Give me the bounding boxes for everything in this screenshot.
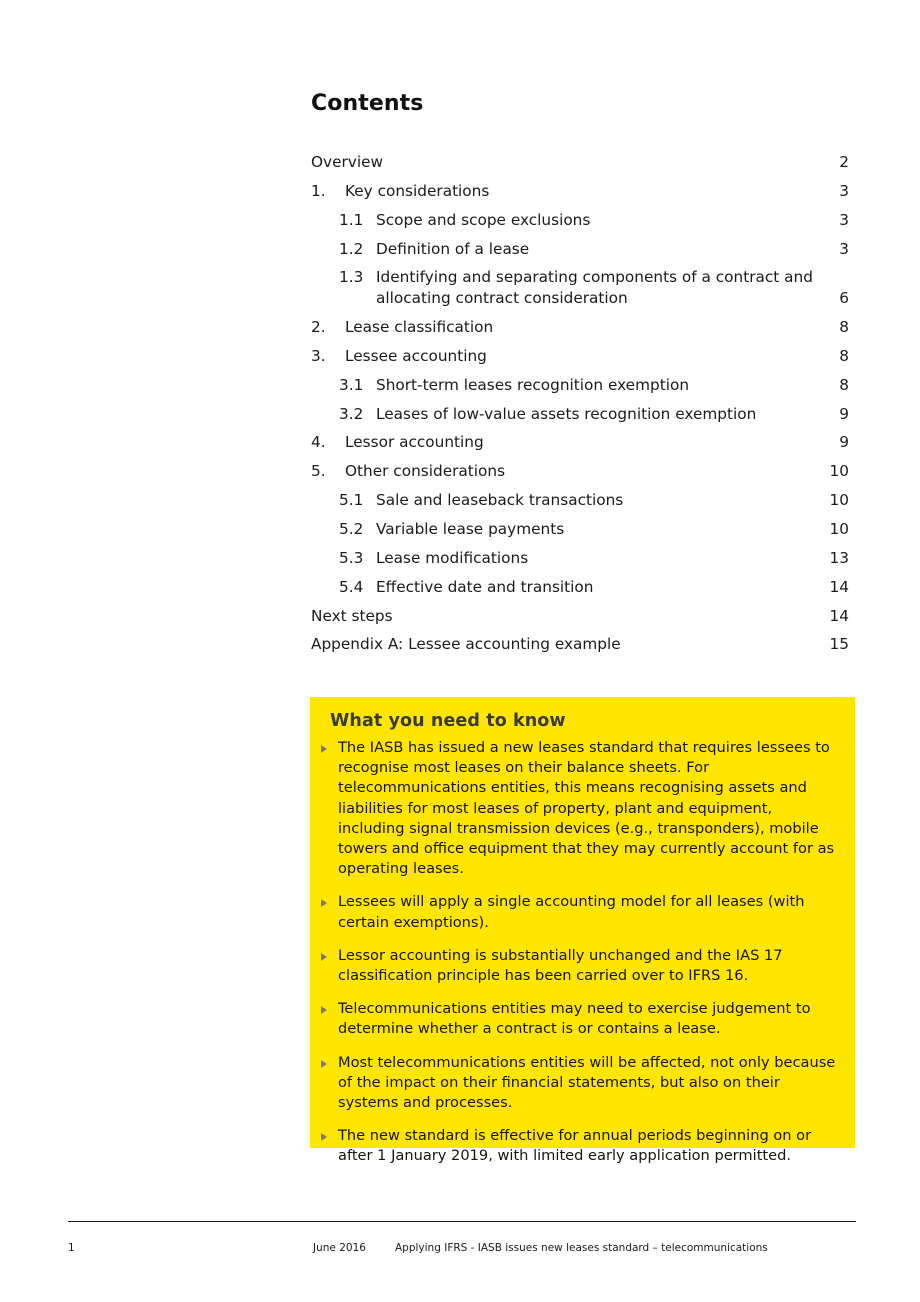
toc-entry[interactable]: 5.2 Variable lease payments 10 bbox=[339, 519, 849, 539]
toc-entry-label: Lessee accounting bbox=[345, 346, 487, 365]
toc-entry-page: 10 bbox=[829, 491, 849, 510]
toc-entry-number: 3. bbox=[311, 346, 326, 365]
callout-bullet: Lessor accounting is substantially uncha… bbox=[321, 946, 837, 986]
toc-entry[interactable]: 3.2 Leases of low-value assets recognitio… bbox=[339, 404, 849, 424]
toc-entry-label: Next steps bbox=[311, 606, 393, 625]
toc-entry[interactable]: 4. Lessor accounting 9 bbox=[311, 432, 849, 452]
toc-entry-label: Effective date and transition bbox=[376, 577, 594, 596]
toc-entry-number: 3.2 bbox=[339, 404, 364, 423]
toc-entry-label: Lessor accounting bbox=[345, 433, 484, 452]
callout-bullet-text: The new standard is effective for annual… bbox=[338, 1127, 812, 1165]
toc-entry-page: 8 bbox=[839, 375, 849, 394]
triangle-right-icon bbox=[321, 999, 338, 1015]
toc-entry-label: Lease modifications bbox=[376, 548, 529, 567]
callout-title: What you need to know bbox=[330, 711, 566, 731]
callout-bullet: Most telecommunications entities will be… bbox=[321, 1053, 837, 1114]
callout-bullet: The new standard is effective for annual… bbox=[321, 1126, 837, 1166]
toc-entry-number: 1.3 bbox=[339, 268, 364, 287]
triangle-right-icon bbox=[321, 1126, 338, 1142]
toc-entry-label: Lease classification bbox=[345, 318, 494, 337]
document-page: Contents Overview 2 1. Key considerations 3 1… bbox=[0, 0, 920, 1302]
toc-entry[interactable]: 2. Lease classification 8 bbox=[311, 317, 849, 337]
toc-entry-label: Short-term leases recognition exemption bbox=[376, 375, 690, 394]
toc-entry-label: Overview bbox=[311, 153, 384, 171]
toc-entry-number: 5.3 bbox=[339, 548, 364, 567]
callout-bullet: The IASB has issued a new leases standar… bbox=[321, 738, 837, 879]
toc-entry-label: Definition of a lease bbox=[376, 239, 530, 258]
triangle-right-icon bbox=[321, 1053, 338, 1068]
toc-entry-page: 9 bbox=[839, 433, 849, 452]
toc-entry[interactable]: 3.1 Short-term leases recognition exempti… bbox=[339, 375, 849, 395]
toc-entry-page: 14 bbox=[829, 577, 849, 596]
page-footer: 1 June 2016 Applying IFRS - IASB issues … bbox=[68, 1240, 856, 1260]
toc-entry-page: 15 bbox=[829, 635, 849, 654]
toc-entry-label: Variable lease payments bbox=[376, 519, 565, 538]
toc-entry-label: Identifying and separating components of… bbox=[376, 268, 813, 307]
toc-entry-number: 3.1 bbox=[339, 375, 364, 394]
toc-entry-page: 9 bbox=[839, 404, 849, 423]
toc-entry-page: 6 bbox=[839, 288, 849, 307]
toc-entry-label: Sale and leaseback transactions bbox=[376, 491, 624, 510]
footer-page-number: 1 bbox=[68, 1242, 75, 1254]
toc-entry[interactable]: 5.3 Lease modifications 13 bbox=[339, 548, 849, 568]
toc-entry[interactable]: Appendix A: Lessee accounting example 15 bbox=[311, 634, 849, 654]
toc-entry-page: 8 bbox=[839, 346, 849, 365]
toc-entry-number: 5.2 bbox=[339, 519, 364, 538]
toc-entry-number: 1.2 bbox=[339, 239, 364, 258]
toc-entry-page: 14 bbox=[829, 606, 849, 625]
toc-entry[interactable]: 1. Key considerations 3 bbox=[311, 181, 849, 201]
toc-entry[interactable]: 1.3 Identifying and separating components… bbox=[339, 267, 849, 308]
toc-entry[interactable]: Overview 2 bbox=[311, 152, 849, 172]
toc-entry-page: 13 bbox=[829, 548, 849, 567]
toc-entry-label: Leases of low-value assets recognition e… bbox=[376, 404, 757, 423]
toc-entry-page: 8 bbox=[839, 318, 849, 337]
toc-entry-label: Appendix A: Lessee accounting example bbox=[311, 635, 621, 654]
callout-bullet-list: The IASB has issued a new leases standar… bbox=[321, 738, 837, 1167]
toc-entry-label: Key considerations bbox=[345, 181, 490, 200]
toc-entry[interactable]: 5.1 Sale and leaseback transactions 10 bbox=[339, 490, 849, 510]
footer-divider bbox=[68, 1221, 856, 1222]
triangle-right-icon bbox=[321, 946, 338, 961]
toc-entry-page: 3 bbox=[839, 239, 849, 258]
toc-entry[interactable]: 3. Lessee accounting 8 bbox=[311, 346, 849, 366]
footer-document-title: Applying IFRS - IASB issues new leases s… bbox=[395, 1242, 768, 1254]
toc-entry-number: 5.1 bbox=[339, 491, 364, 510]
table-of-contents: Overview 2 1. Key considerations 3 1.1 Scope a… bbox=[311, 152, 849, 663]
triangle-right-icon bbox=[321, 892, 338, 908]
toc-entry-label: Other considerations bbox=[345, 462, 506, 481]
toc-entry-number: 5.4 bbox=[339, 577, 364, 596]
toc-entry-page: 10 bbox=[829, 519, 849, 538]
callout-bullet-text: Telecommunications entities may need to … bbox=[338, 1000, 811, 1038]
what-you-need-to-know-callout: What you need to know The IASB has issue… bbox=[310, 697, 855, 1164]
toc-entry[interactable]: 1.1 Scope and scope exclusions 3 bbox=[339, 210, 849, 230]
toc-entry-number: 5. bbox=[311, 462, 326, 481]
callout-bullet: Lessees will apply a single accounting m… bbox=[321, 892, 837, 932]
toc-entry[interactable]: 1.2 Definition of a lease 3 bbox=[339, 239, 849, 259]
toc-entry-number: 2. bbox=[311, 318, 326, 337]
toc-entry-number: 1. bbox=[311, 181, 326, 200]
page-title: Contents bbox=[311, 91, 424, 116]
toc-entry-page: 2 bbox=[839, 153, 849, 171]
callout-bullet-text: Most telecommunications entities will be… bbox=[338, 1053, 836, 1112]
toc-entry[interactable]: 5.4 Effective date and transition 14 bbox=[339, 577, 849, 597]
footer-date: June 2016 bbox=[313, 1242, 366, 1254]
callout-bullet: Telecommunications entities may need to … bbox=[321, 999, 837, 1039]
triangle-right-icon bbox=[321, 738, 338, 753]
toc-entry-page: 3 bbox=[839, 210, 849, 229]
toc-entry-number: 4. bbox=[311, 433, 326, 452]
toc-entry-label: Scope and scope exclusions bbox=[376, 210, 591, 229]
callout-bullet-text: Lessor accounting is substantially uncha… bbox=[338, 946, 783, 985]
toc-entry[interactable]: 5. Other considerations 10 bbox=[311, 461, 849, 481]
toc-entry-number: 1.1 bbox=[339, 210, 364, 229]
callout-bullet-text: The IASB has issued a new leases standar… bbox=[338, 739, 835, 878]
toc-entry-page: 10 bbox=[829, 462, 849, 481]
toc-entry[interactable]: Next steps 14 bbox=[311, 606, 849, 626]
toc-entry-page: 3 bbox=[839, 181, 849, 200]
callout-bullet-text: Lessees will apply a single accounting m… bbox=[338, 893, 805, 931]
